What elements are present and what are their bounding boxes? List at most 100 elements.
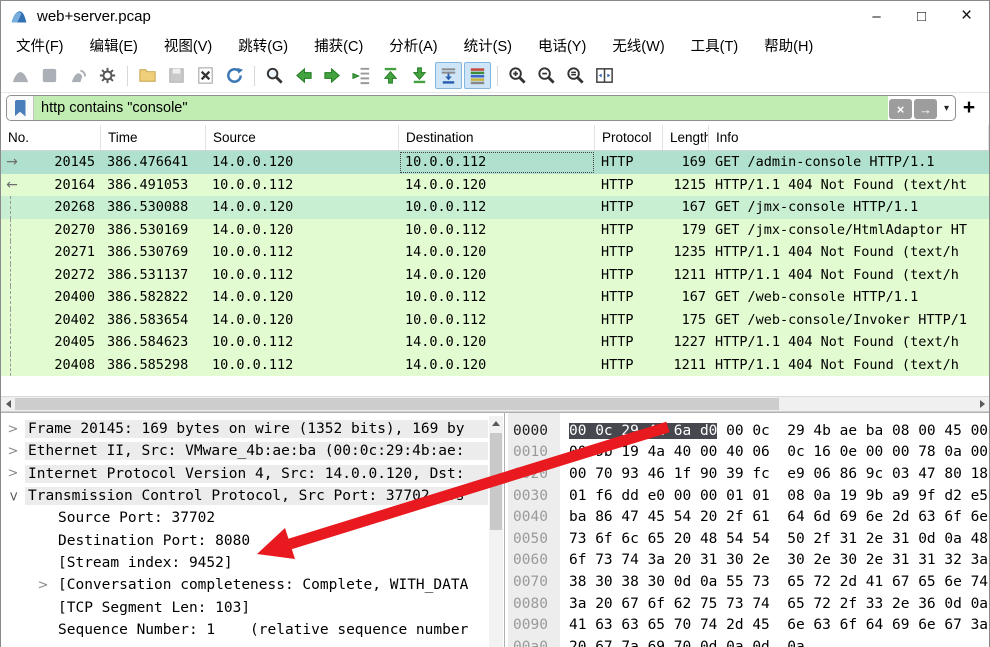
go-to-packet-icon[interactable] [348,62,375,89]
detail-row[interactable]: >Internet Protocol Version 4, Src: 14.0.… [1,463,488,485]
hex-row[interactable]: 007038 30 38 30 0d 0a 55 73 65 72 2d 41 … [509,571,989,593]
filter-bookmark-button[interactable] [7,96,34,120]
packet-row[interactable]: 20271386.53076910.0.0.11214.0.0.120HTTP1… [1,241,989,264]
open-file-icon[interactable] [134,62,161,89]
cell-length: 1215 [663,174,709,197]
detail-row[interactable]: [TCP Segment Len: 103] [1,596,488,618]
stop-capture-icon[interactable] [36,62,63,89]
expander-icon[interactable]: > [1,444,25,459]
packet-number: 20408 [23,357,101,373]
display-filter-input[interactable]: http contains "console" [34,96,888,120]
menu-item-10[interactable]: 帮助(H) [751,31,826,60]
start-capture-icon[interactable] [7,62,34,89]
go-back-icon[interactable] [290,62,317,89]
cell-protocol: HTTP [595,174,663,197]
detail-row[interactable]: >Ethernet II, Src: VMware_4b:ae:ba (00:0… [1,440,488,462]
packet-details-pane: >Frame 20145: 169 bytes on wire (1352 bi… [1,413,504,647]
menu-item-2[interactable]: 视图(V) [151,31,225,60]
packet-row[interactable]: 20268386.53008814.0.0.12010.0.0.112HTTP1… [1,196,989,219]
colorize-icon[interactable] [464,62,491,89]
packet-row[interactable]: 20270386.53016914.0.0.12010.0.0.112HTTP1… [1,219,989,242]
detail-row[interactable]: >Frame 20145: 169 bytes on wire (1352 bi… [1,418,488,440]
detail-text: Source Port: 37702 [55,509,218,527]
auto-scroll-icon[interactable] [435,62,462,89]
menu-item-6[interactable]: 统计(S) [451,31,525,60]
column-header-info[interactable]: Info [709,125,989,150]
filter-clear-button[interactable]: × [889,99,912,119]
scroll-right-arrow-icon[interactable] [975,397,989,411]
menu-item-4[interactable]: 捕获(C) [301,31,376,60]
packet-row[interactable]: 20272386.53113710.0.0.11214.0.0.120HTTP1… [1,264,989,287]
hex-row[interactable]: 00606f 73 74 3a 20 31 30 2e 30 2e 30 2e … [509,550,989,572]
menu-item-8[interactable]: 无线(W) [599,31,677,60]
go-first-icon[interactable] [377,62,404,89]
packet-row[interactable]: 20408386.58529810.0.0.11214.0.0.120HTTP1… [1,354,989,377]
zoom-reset-icon[interactable] [562,62,589,89]
hex-row[interactable]: 0040ba 86 47 45 54 20 2f 61 64 6d 69 6e … [509,506,989,528]
find-packet-icon[interactable] [261,62,288,89]
menu-item-7[interactable]: 电话(Y) [525,31,599,60]
filter-add-button[interactable]: + [956,96,982,120]
hex-row[interactable]: 002000 70 93 46 1f 90 39 fc e9 06 86 9c … [509,463,989,485]
menu-item-3[interactable]: 跳转(G) [225,31,301,60]
detail-row[interactable]: [Stream index: 9452] [1,552,488,574]
menu-item-0[interactable]: 文件(F) [3,31,77,60]
detail-row[interactable]: Source Port: 37702 [1,507,488,529]
filter-dropdown-arrow[interactable]: ▾ [938,96,955,120]
resize-columns-icon[interactable] [591,62,618,89]
expander-icon[interactable]: > [1,422,25,437]
column-header-time[interactable]: Time [101,125,206,150]
hex-row[interactable]: 009041 63 63 65 70 74 2d 45 6e 63 6f 64 … [509,614,989,636]
hex-row[interactable]: 001000 9b 19 4a 40 00 40 06 0c 16 0e 00 … [509,442,989,464]
hex-bytes: 00 0c 29 4d 6a d0 00 0c 29 4b ae ba 08 0… [569,423,988,439]
go-forward-icon[interactable] [319,62,346,89]
filter-apply-button[interactable]: → [914,99,937,119]
zoom-in-icon[interactable] [504,62,531,89]
packet-row[interactable]: →20145386.47664114.0.0.12010.0.0.112HTTP… [1,151,989,174]
zoom-out-icon[interactable] [533,62,560,89]
cell-destination: 10.0.0.112 [399,196,595,219]
hex-row[interactable]: 003001 f6 dd e0 00 00 01 01 08 0a 19 9b … [509,485,989,507]
menu-item-9[interactable]: 工具(T) [678,31,752,60]
menu-item-5[interactable]: 分析(A) [376,31,450,60]
scroll-up-arrow-icon[interactable] [489,416,503,430]
expander-icon[interactable]: > [1,466,25,481]
hex-row[interactable]: 00a020 67 7a 69 70 0d 0a 0d 0a [509,636,989,647]
close-file-icon[interactable] [192,62,219,89]
close-button[interactable]: × [944,1,989,31]
column-header-no[interactable]: No. [1,125,101,150]
horizontal-scrollbar-thumb[interactable] [15,398,779,410]
cell-source: 14.0.0.120 [206,286,399,309]
expander-icon[interactable]: > [6,484,21,508]
detail-row[interactable]: >[Conversation completeness: Complete, W… [1,574,488,596]
stream-line-icon [1,354,23,377]
go-last-icon[interactable] [406,62,433,89]
scroll-left-arrow-icon[interactable] [1,397,15,411]
restart-capture-icon[interactable] [65,62,92,89]
detail-row[interactable]: Sequence Number: 1 (relative sequence nu… [1,619,488,641]
horizontal-scrollbar[interactable] [1,396,989,412]
hex-row[interactable]: 005073 6f 6c 65 20 48 54 54 50 2f 31 2e … [509,528,989,550]
reload-file-icon[interactable] [221,62,248,89]
save-file-icon[interactable] [163,62,190,89]
minimize-button[interactable]: – [854,1,899,31]
hex-row[interactable]: 000000 0c 29 4d 6a d0 00 0c 29 4b ae ba … [509,420,989,442]
detail-row[interactable]: Destination Port: 8080 [1,529,488,551]
response-arrow-icon: ← [1,174,23,197]
packet-row[interactable]: ←20164386.49105310.0.0.11214.0.0.120HTTP… [1,174,989,197]
maximize-button[interactable]: □ [899,1,944,31]
hex-row[interactable]: 00803a 20 67 6f 62 75 73 74 65 72 2f 33 … [509,593,989,615]
column-header-destination[interactable]: Destination [399,125,595,150]
menu-item-1[interactable]: 编辑(E) [77,31,151,60]
packet-row[interactable]: 20402386.58365414.0.0.12010.0.0.112HTTP1… [1,309,989,332]
detail-row[interactable]: >Transmission Control Protocol, Src Port… [1,485,488,507]
capture-options-icon[interactable] [94,62,121,89]
expander-icon[interactable]: > [31,578,55,593]
packet-row[interactable]: 20405386.58462310.0.0.11214.0.0.120HTTP1… [1,331,989,354]
column-header-source[interactable]: Source [206,125,399,150]
details-vertical-scrollbar[interactable] [489,416,503,647]
details-scrollbar-thumb[interactable] [490,433,502,530]
packet-row[interactable]: 20400386.58282214.0.0.12010.0.0.112HTTP1… [1,286,989,309]
column-header-length[interactable]: Length [663,125,709,150]
column-header-protocol[interactable]: Protocol [595,125,663,150]
